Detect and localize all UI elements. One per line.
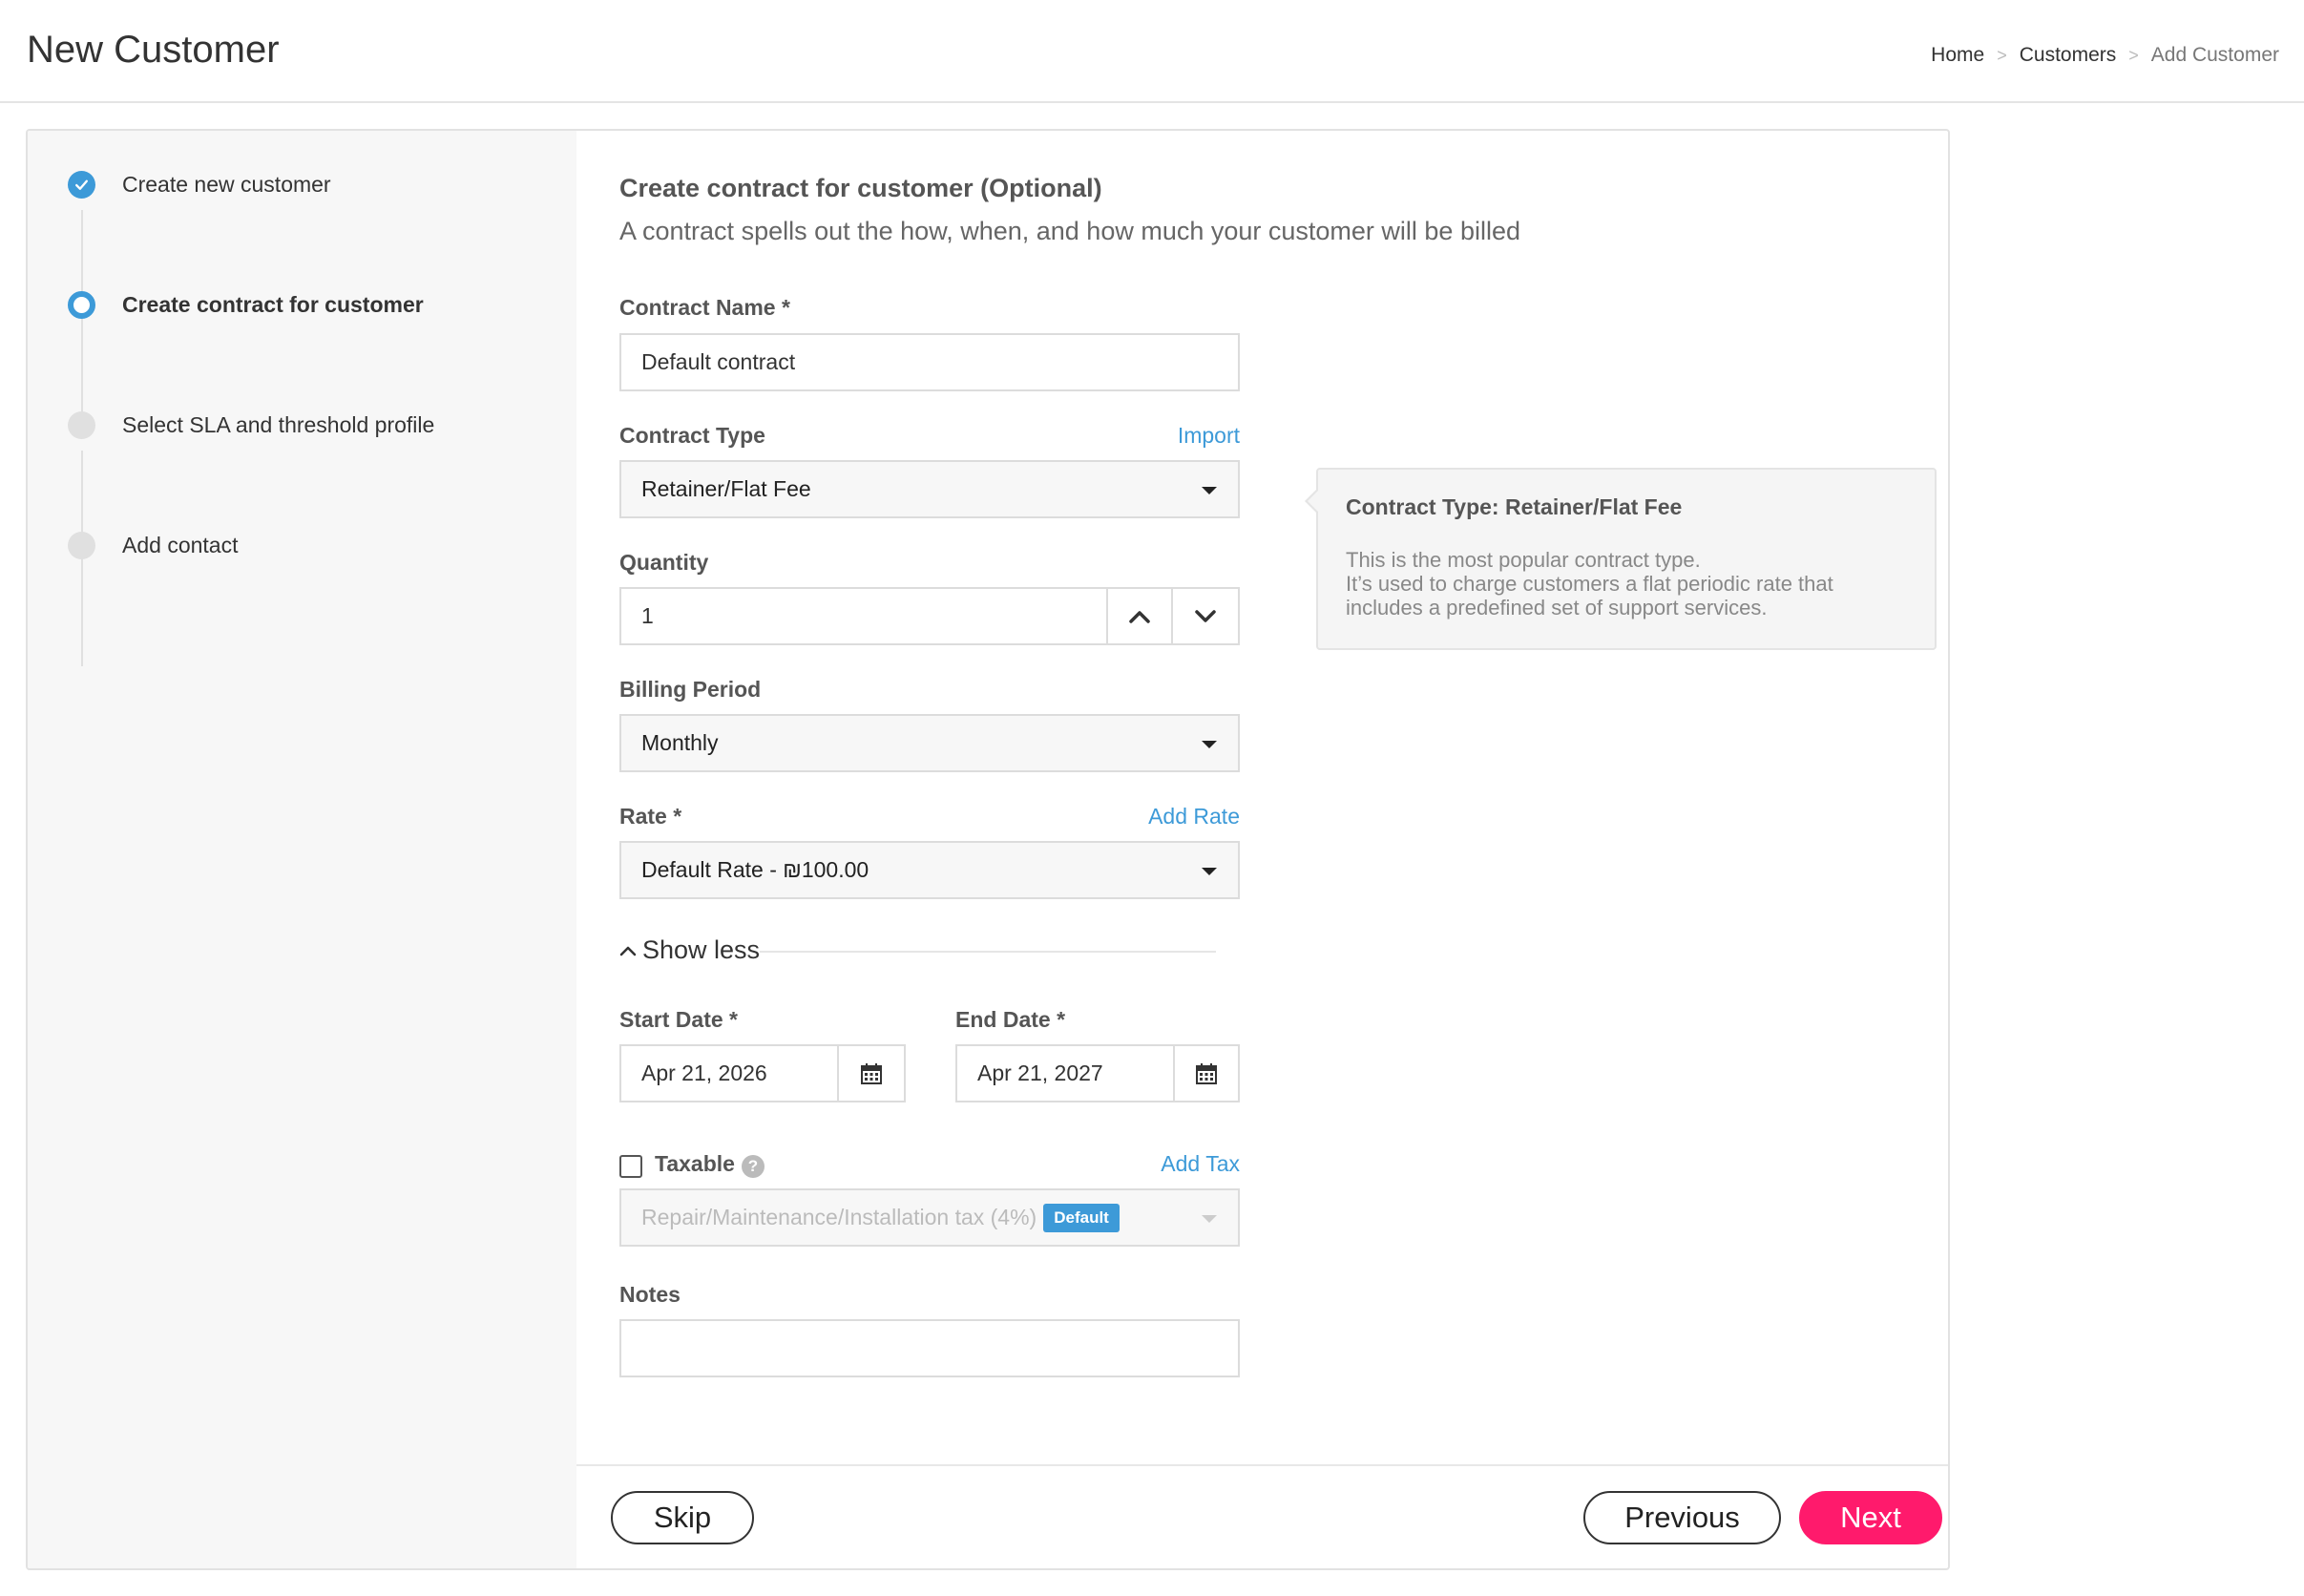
quantity-decrement-button[interactable] [1171, 587, 1240, 645]
step-label: Create contract for customer [122, 292, 424, 317]
form-subtitle: A contract spells out the how, when, and… [619, 217, 1520, 245]
rate-value: Default Rate - ₪100.00 [641, 857, 869, 882]
calendar-icon [1196, 1062, 1217, 1084]
skip-button[interactable]: Skip [611, 1491, 754, 1544]
notes-label: Notes [619, 1282, 681, 1307]
calendar-icon [861, 1062, 882, 1084]
tax-value: Repair/Maintenance/Installation tax (4%) [641, 1205, 1037, 1229]
chevron-up-icon [619, 946, 637, 956]
page-title: New Customer [27, 29, 280, 71]
page-header: New Customer Home > Customers > Add Cust… [0, 0, 2304, 103]
wizard-card: Create new customer Create contract for … [26, 129, 1950, 1570]
billing-period-value: Monthly [641, 730, 719, 755]
taxable-checkbox[interactable] [619, 1155, 642, 1178]
active-step-icon [68, 291, 95, 319]
add-tax-link[interactable]: Add Tax [1049, 1151, 1240, 1177]
step-add-contact[interactable]: Add contact [68, 532, 238, 559]
pending-step-icon [68, 411, 95, 439]
next-button[interactable]: Next [1799, 1491, 1942, 1544]
step-create-contract[interactable]: Create contract for customer [68, 291, 424, 319]
contract-type-value: Retainer/Flat Fee [641, 476, 811, 501]
contract-type-info: Contract Type: Retainer/Flat Fee This is… [1305, 468, 1937, 650]
breadcrumb-separator: > [1997, 45, 2007, 65]
contract-name-label: Contract Name * [619, 295, 790, 320]
chevron-up-icon [1129, 610, 1150, 623]
chevron-down-icon [1195, 609, 1216, 622]
contract-name-input[interactable]: Default contract [619, 333, 1240, 391]
caret-down-icon [1202, 487, 1217, 494]
breadcrumb-separator: > [2128, 45, 2139, 65]
info-text-line: It’s used to charge customers a flat per… [1346, 572, 1833, 596]
quantity-increment-button[interactable] [1106, 587, 1173, 645]
import-link[interactable]: Import [1049, 423, 1240, 449]
step-label: Select SLA and threshold profile [122, 412, 435, 437]
rate-select[interactable]: Default Rate - ₪100.00 [619, 841, 1240, 899]
quantity-input[interactable]: 1 [619, 587, 1108, 645]
show-less-label: Show less [642, 935, 761, 964]
steps-sidebar: Create new customer Create contract for … [28, 131, 576, 1568]
breadcrumb: Home > Customers > Add Customer [1931, 44, 2279, 67]
contract-type-select[interactable]: Retainer/Flat Fee [619, 460, 1240, 518]
breadcrumb-customers[interactable]: Customers [2020, 44, 2117, 67]
caret-down-icon [1202, 741, 1217, 748]
breadcrumb-current: Add Customer [2150, 44, 2279, 66]
caret-down-icon [1202, 868, 1217, 875]
info-title: Contract Type: Retainer/Flat Fee [1346, 494, 1683, 519]
contract-type-label: Contract Type [619, 423, 765, 448]
pending-step-icon [68, 532, 95, 559]
check-icon [68, 171, 95, 199]
caret-down-icon [1202, 1215, 1217, 1223]
step-label: Create new customer [122, 172, 331, 197]
notes-input[interactable] [619, 1319, 1240, 1377]
previous-button[interactable]: Previous [1583, 1491, 1781, 1544]
billing-period-select[interactable]: Monthly [619, 714, 1240, 772]
contract-form: Create contract for customer (Optional) … [576, 131, 1948, 1568]
quantity-label: Quantity [619, 550, 709, 575]
rate-label: Rate * [619, 804, 682, 829]
end-date-calendar-button[interactable] [1173, 1044, 1240, 1102]
start-date-label: Start Date * [619, 1007, 738, 1032]
breadcrumb-home[interactable]: Home [1931, 44, 1984, 67]
end-date-input[interactable]: Apr 21, 2027 [955, 1044, 1175, 1102]
info-text-line: This is the most popular contract type. [1346, 548, 1701, 572]
footer-divider [576, 1464, 1948, 1466]
help-icon[interactable]: ? [742, 1155, 765, 1178]
start-date-input[interactable]: Apr 21, 2026 [619, 1044, 839, 1102]
taxable-label: Taxable [655, 1151, 735, 1176]
end-date-label: End Date * [955, 1007, 1066, 1032]
divider [760, 951, 1216, 953]
start-date-calendar-button[interactable] [837, 1044, 906, 1102]
default-badge: Default [1043, 1203, 1120, 1232]
form-title: Create contract for customer (Optional) [619, 174, 1102, 202]
step-create-customer[interactable]: Create new customer [68, 171, 331, 199]
show-less-toggle[interactable]: Show less [619, 935, 760, 965]
billing-period-label: Billing Period [619, 677, 762, 702]
step-select-sla[interactable]: Select SLA and threshold profile [68, 411, 434, 439]
info-text-line: includes a predefined set of support ser… [1346, 596, 1768, 620]
tax-select: Repair/Maintenance/Installation tax (4%)… [619, 1188, 1240, 1247]
step-label: Add contact [122, 533, 239, 557]
add-rate-link[interactable]: Add Rate [1001, 804, 1240, 830]
